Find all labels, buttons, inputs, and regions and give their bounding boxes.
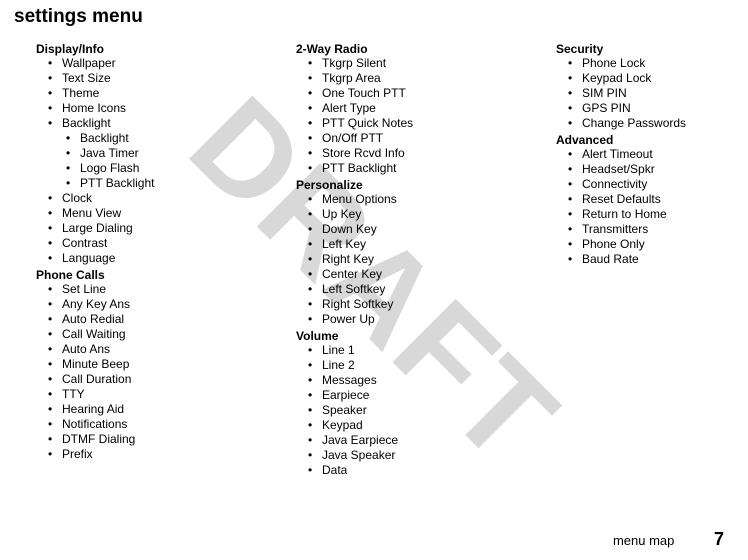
list-item: Java Earpiece: [308, 433, 496, 448]
list-item: Logo Flash: [66, 161, 236, 176]
list-item: Alert Timeout: [568, 147, 748, 162]
list-item: Center Key: [308, 267, 496, 282]
list-item: Minute Beep: [48, 357, 236, 372]
list-item: Any Key Ans: [48, 297, 236, 312]
list-item: Line 2: [308, 358, 496, 373]
list-item: Power Up: [308, 312, 496, 327]
list-item: Wallpaper: [48, 56, 236, 71]
list-item: Down Key: [308, 222, 496, 237]
list-item: Contrast: [48, 236, 236, 251]
list-item: GPS PIN: [568, 101, 748, 116]
list-item: Line 1: [308, 343, 496, 358]
list-item: Right Key: [308, 252, 496, 267]
section-display-info: Display/Info: [36, 42, 236, 56]
list-item: Auto Ans: [48, 342, 236, 357]
list-item: Java Speaker: [308, 448, 496, 463]
section-phone-calls: Phone Calls: [36, 268, 236, 282]
list-item: Clock: [48, 191, 236, 206]
list-item: Alert Type: [308, 101, 496, 116]
list-item: PTT Backlight: [66, 176, 236, 191]
list-item: Earpiece: [308, 388, 496, 403]
list-item: Headset/Spkr: [568, 162, 748, 177]
list-item: Backlight: [48, 116, 236, 131]
footer-label: menu map: [613, 533, 674, 548]
list-item: Menu Options: [308, 192, 496, 207]
list-item: One Touch PTT: [308, 86, 496, 101]
list-item: Right Softkey: [308, 297, 496, 312]
list-item: Store Rcvd Info: [308, 146, 496, 161]
section-volume: Volume: [296, 329, 496, 343]
list-item: Theme: [48, 86, 236, 101]
page-title: settings menu: [14, 6, 718, 28]
list-item: On/Off PTT: [308, 131, 496, 146]
list-item: Prefix: [48, 447, 236, 462]
list-item: SIM PIN: [568, 86, 748, 101]
column-2: 2-Way Radio Tkgrp Silent Tkgrp Area One …: [296, 40, 496, 478]
list-item: Keypad: [308, 418, 496, 433]
section-security: Security: [556, 42, 748, 56]
list-item: Set Line: [48, 282, 236, 297]
list-item: Java Timer: [66, 146, 236, 161]
list-item: Transmitters: [568, 222, 748, 237]
list-item: Text Size: [48, 71, 236, 86]
list-item: Hearing Aid: [48, 402, 236, 417]
list-item: Return to Home: [568, 207, 748, 222]
page-footer: menu map 7: [613, 529, 724, 550]
list-item: Keypad Lock: [568, 71, 748, 86]
list-item: Call Waiting: [48, 327, 236, 342]
list-item: Speaker: [308, 403, 496, 418]
section-personalize: Personalize: [296, 178, 496, 192]
list-item: Up Key: [308, 207, 496, 222]
list-item: Left Key: [308, 237, 496, 252]
list-item: Left Softkey: [308, 282, 496, 297]
section-2way-radio: 2-Way Radio: [296, 42, 496, 56]
list-item: PTT Quick Notes: [308, 116, 496, 131]
list-item: Large Dialing: [48, 221, 236, 236]
page-content: settings menu Display/Info Wallpaper Tex…: [0, 0, 748, 478]
list-item: Home Icons: [48, 101, 236, 116]
list-item: Menu View: [48, 206, 236, 221]
list-item: Messages: [308, 373, 496, 388]
page-number: 7: [714, 529, 724, 549]
list-item: Reset Defaults: [568, 192, 748, 207]
list-item: DTMF Dialing: [48, 432, 236, 447]
list-item: Notifications: [48, 417, 236, 432]
list-item: Connectivity: [568, 177, 748, 192]
list-item: Change Passwords: [568, 116, 748, 131]
list-item: Data: [308, 463, 496, 478]
column-1: Display/Info Wallpaper Text Size Theme H…: [36, 40, 236, 478]
list-item: Phone Lock: [568, 56, 748, 71]
menu-columns: Display/Info Wallpaper Text Size Theme H…: [14, 40, 718, 478]
list-item: Baud Rate: [568, 252, 748, 267]
section-advanced: Advanced: [556, 133, 748, 147]
list-item: Language: [48, 251, 236, 266]
list-item: TTY: [48, 387, 236, 402]
list-item: Tkgrp Silent: [308, 56, 496, 71]
list-item: Backlight: [66, 131, 236, 146]
list-item: Auto Redial: [48, 312, 236, 327]
list-item: Call Duration: [48, 372, 236, 387]
list-item: Tkgrp Area: [308, 71, 496, 86]
list-item: PTT Backlight: [308, 161, 496, 176]
column-3: Security Phone Lock Keypad Lock SIM PIN …: [556, 40, 748, 478]
list-item: Phone Only: [568, 237, 748, 252]
